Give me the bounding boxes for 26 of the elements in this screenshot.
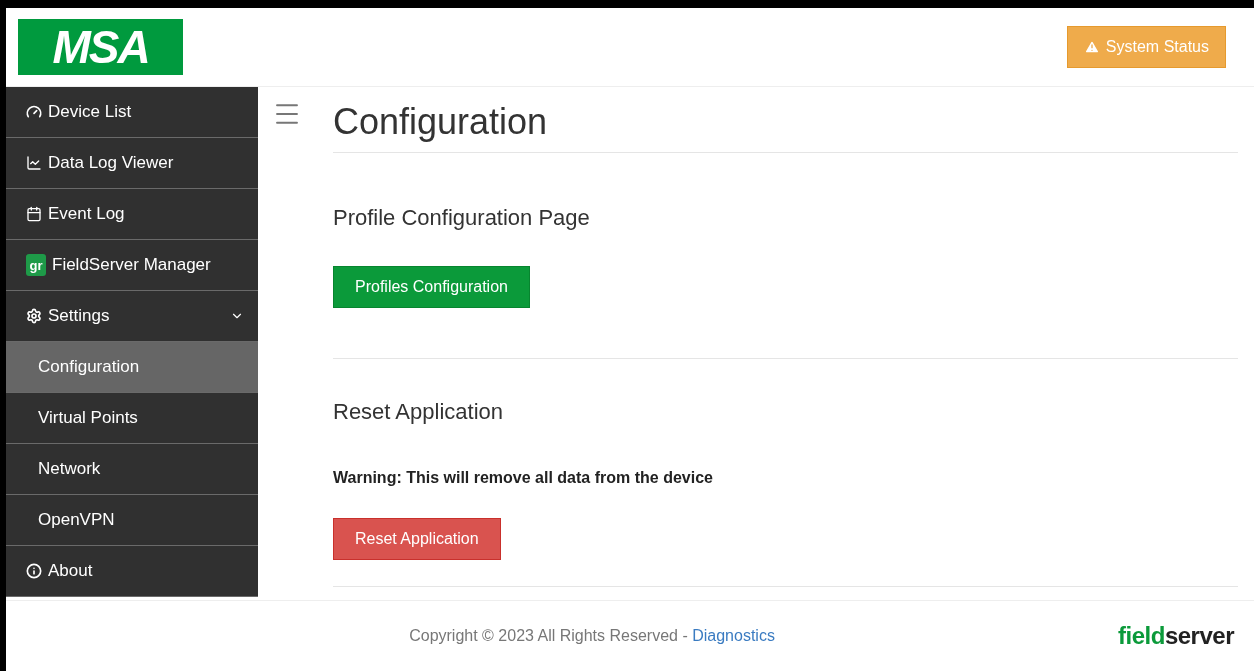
sidebar-item[interactable]: About bbox=[6, 546, 258, 597]
section-heading: Profile Configuration Page bbox=[333, 204, 591, 232]
brand-logo-text: server bbox=[1164, 624, 1234, 648]
sidebar-subitem[interactable]: Virtual Points bbox=[6, 393, 258, 444]
sidebar-subitem[interactable]: Network bbox=[6, 444, 258, 495]
line-chart-icon bbox=[26, 155, 42, 171]
sidebar-subitem[interactable]: OpenVPN bbox=[6, 495, 258, 546]
brand-logo-text: field bbox=[1118, 624, 1165, 648]
warning-text: Warning: This will remove all data from the device bbox=[333, 468, 714, 488]
sidebar-subitem[interactable]: Configuration bbox=[6, 342, 258, 393]
sidebar-item[interactable]: Device List bbox=[6, 87, 258, 138]
action-button[interactable]: Profiles Configuration bbox=[333, 266, 530, 308]
warning-icon bbox=[1083, 39, 1100, 55]
info-icon bbox=[26, 563, 42, 579]
gauge-icon bbox=[26, 104, 42, 120]
calendar-icon bbox=[26, 206, 42, 222]
page-title: Configuration bbox=[333, 99, 1238, 153]
section-heading: Reset Application bbox=[333, 398, 504, 426]
sidebar-item[interactable]: gr FieldServer Manager bbox=[6, 240, 258, 291]
action-button[interactable]: Reset Application bbox=[333, 518, 501, 560]
sidebar-item[interactable]: Event Log bbox=[6, 189, 258, 240]
copyright-text: Copyright © 2023 All Rights Reserved - bbox=[409, 626, 689, 646]
app-badge: gr bbox=[26, 254, 46, 276]
diagnostics-link[interactable]: Diagnostics bbox=[692, 624, 775, 648]
brand-logo: MSA bbox=[18, 19, 183, 75]
sidebar-item[interactable]: Data Log Viewer bbox=[6, 138, 258, 189]
